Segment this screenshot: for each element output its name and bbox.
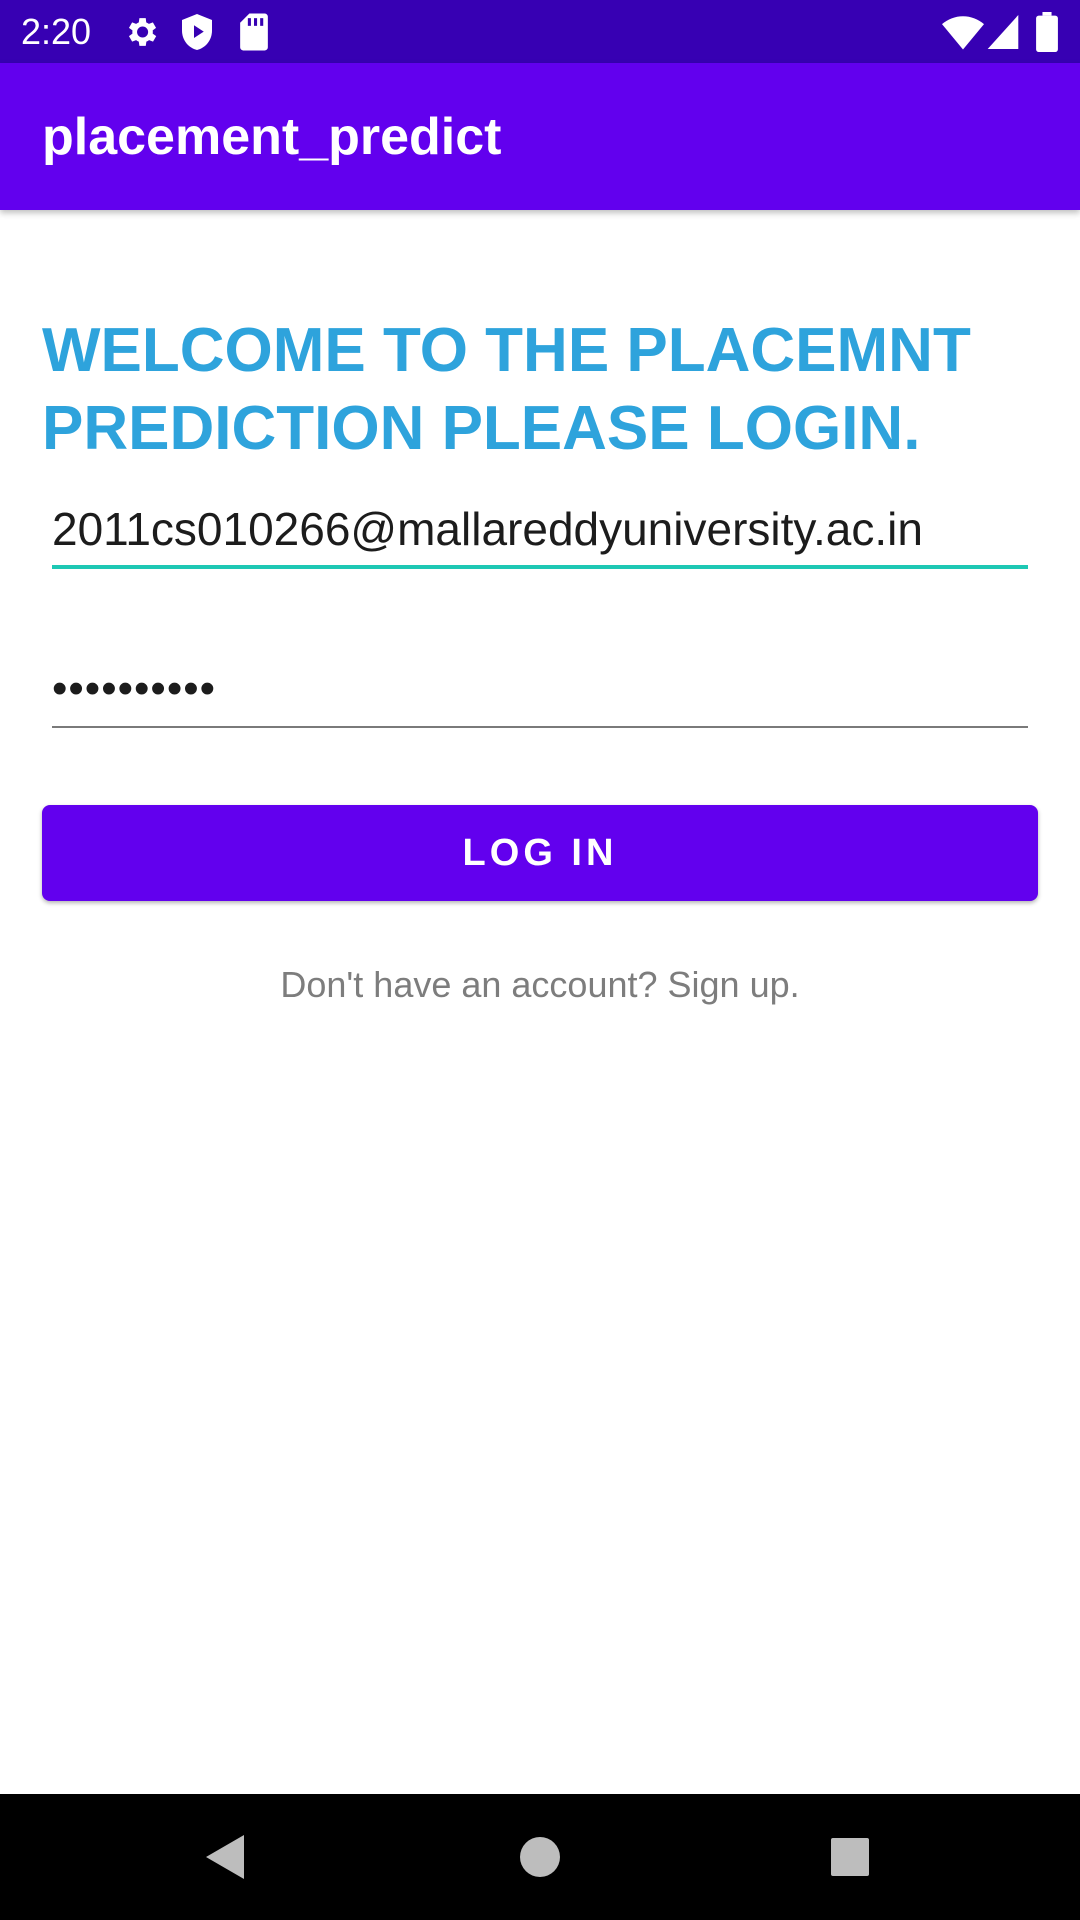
status-bar: 2:20: [0, 0, 1080, 63]
password-field-value[interactable]: ••••••••••: [52, 662, 1028, 716]
sd-card-icon: [238, 12, 270, 52]
email-field[interactable]: 2011cs010266@mallareddyuniversity.ac.in: [52, 494, 1028, 569]
shield-icon: [179, 12, 215, 52]
email-field-underline: [52, 565, 1028, 569]
app-title: placement_predict: [42, 108, 502, 166]
password-field-underline: [52, 726, 1028, 728]
status-time: 2:20: [21, 11, 92, 52]
login-screen: 2:20 placement_predict WELCOME TO THE PL…: [0, 0, 1080, 1920]
gear-icon: [122, 12, 160, 52]
recents-icon[interactable]: [820, 1827, 880, 1887]
back-icon[interactable]: [196, 1827, 256, 1887]
password-field[interactable]: ••••••••••: [52, 652, 1028, 728]
email-field-value[interactable]: 2011cs010266@mallareddyuniversity.ac.in: [52, 502, 1028, 556]
wifi-icon: [942, 12, 984, 52]
cell-signal-icon: [986, 12, 1020, 52]
signup-link[interactable]: Don't have an account? Sign up.: [0, 962, 1080, 1008]
welcome-heading: WELCOME TO THE PLACEMNT PREDICTION PLEAS…: [42, 316, 971, 463]
login-button-label: LOG IN: [462, 831, 618, 874]
app-bar: placement_predict: [0, 63, 1080, 210]
navigation-bar: [0, 1794, 1080, 1920]
login-button[interactable]: LOG IN: [42, 805, 1038, 901]
home-icon[interactable]: [510, 1827, 570, 1887]
battery-icon: [1036, 12, 1058, 52]
